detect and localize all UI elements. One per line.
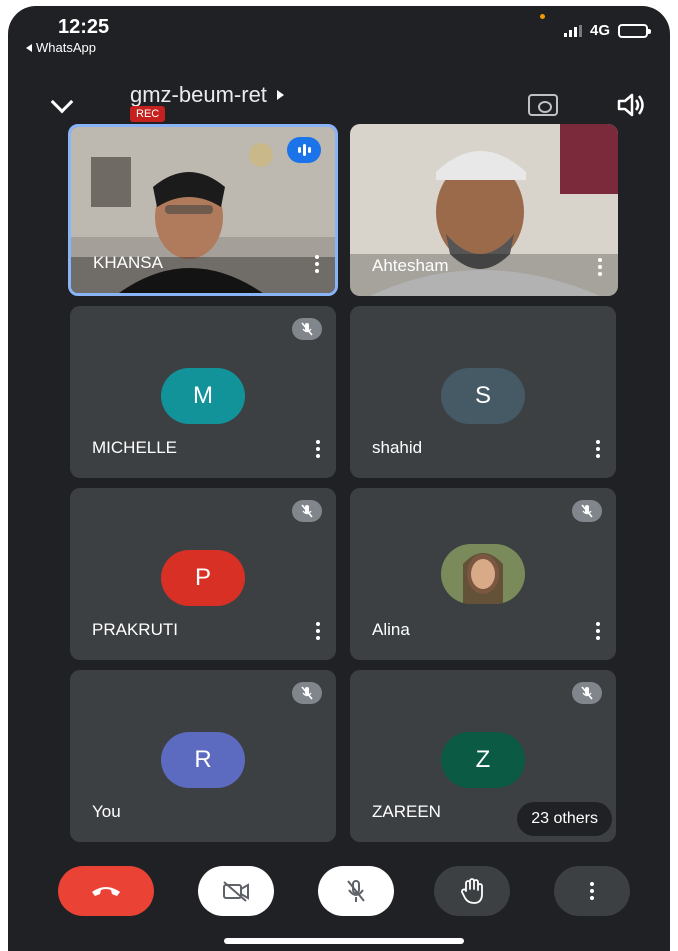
avatar: S: [441, 368, 525, 424]
muted-mic-icon: [292, 318, 322, 340]
participant-menu-icon[interactable]: [598, 258, 602, 276]
more-vert-icon: [590, 882, 594, 900]
participant-name: You: [92, 802, 121, 821]
mic-in-use-indicator: [540, 14, 545, 19]
muted-mic-icon: [292, 500, 322, 522]
muted-mic-icon: [572, 500, 602, 522]
muted-mic-icon: [572, 682, 602, 704]
participant-tile-khansa[interactable]: KHANSA: [68, 124, 338, 296]
participant-name: Alina: [372, 620, 410, 639]
raise-hand-button[interactable]: [434, 866, 510, 916]
home-indicator[interactable]: [224, 938, 464, 944]
meet-call-screen: 12:25 WhatsApp 4G gmz-beum-ret REC KHANS…: [8, 6, 670, 951]
participant-name: shahid: [372, 438, 423, 457]
participant-menu-icon[interactable]: [315, 255, 319, 273]
end-call-button[interactable]: [58, 866, 154, 916]
speaking-indicator-icon: [287, 137, 321, 163]
meeting-details-arrow-icon: [276, 90, 284, 100]
participant-tile-prakruti[interactable]: P PRAKRUTI: [70, 488, 336, 660]
hang-up-icon: [92, 887, 120, 896]
participant-name: ZAREEN: [372, 802, 441, 821]
avatar: Z: [441, 732, 525, 788]
participant-tile-you[interactable]: R You: [70, 670, 336, 842]
participant-name: PRAKRUTI: [92, 620, 178, 639]
avatar: M: [161, 368, 245, 424]
avatar: R: [161, 732, 245, 788]
participant-tile-zareen[interactable]: Z ZAREEN 23 others: [350, 670, 616, 842]
speaker-icon[interactable]: [616, 92, 646, 118]
participant-menu-icon[interactable]: [316, 622, 320, 640]
participant-menu-icon[interactable]: [596, 622, 600, 640]
network-type: 4G: [589, 22, 610, 39]
avatar-photo: [441, 544, 525, 604]
participant-name: KHANSA: [93, 253, 163, 272]
signal-icon: [563, 24, 582, 37]
mic-toggle-button[interactable]: [318, 866, 394, 916]
battery-icon: [618, 23, 651, 38]
recording-badge: REC: [130, 106, 166, 122]
back-arrow-icon: [26, 43, 32, 52]
switch-camera-icon[interactable]: [528, 94, 558, 116]
status-indicators: 4G: [563, 22, 651, 39]
others-count-button[interactable]: 23 others: [517, 802, 612, 836]
participant-menu-icon[interactable]: [596, 440, 600, 458]
participant-name: Ahtesham: [372, 256, 449, 275]
avatar: P: [161, 550, 245, 606]
back-to-app-link[interactable]: WhatsApp: [26, 40, 96, 55]
back-app-label: WhatsApp: [36, 40, 96, 55]
muted-mic-icon: [292, 682, 322, 704]
hand-icon: [461, 878, 483, 904]
mic-off-icon: [347, 880, 365, 902]
participant-tile-shahid[interactable]: S shahid: [350, 306, 616, 478]
camera-toggle-button[interactable]: [198, 866, 274, 916]
camera-off-icon: [223, 881, 249, 902]
participant-tile-alina[interactable]: Alina: [350, 488, 616, 660]
meeting-info-button[interactable]: gmz-beum-ret: [130, 82, 284, 108]
participant-tile-michelle[interactable]: M MICHELLE: [70, 306, 336, 478]
status-time: 12:25: [58, 16, 110, 38]
participant-menu-icon[interactable]: [316, 440, 320, 458]
collapse-chevron-icon[interactable]: [50, 90, 74, 114]
meeting-code: gmz-beum-ret: [130, 82, 267, 107]
more-options-button[interactable]: [554, 866, 630, 916]
participant-tile-ahtesham[interactable]: Ahtesham: [350, 124, 618, 296]
participant-name: MICHELLE: [92, 438, 178, 457]
